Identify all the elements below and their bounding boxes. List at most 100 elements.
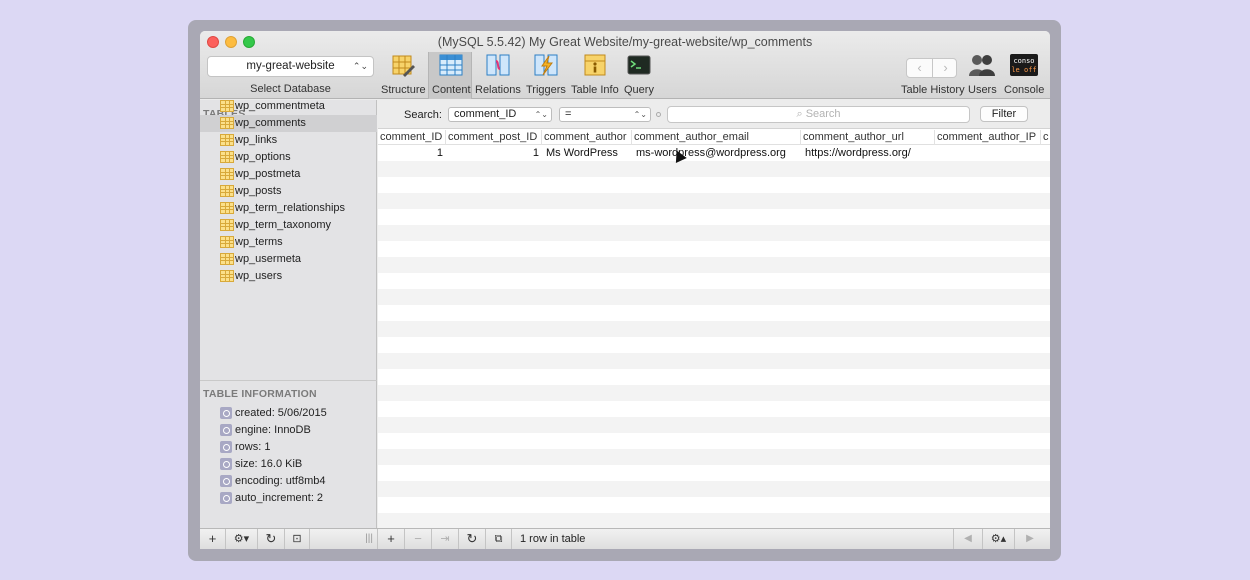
info-icon (220, 407, 232, 419)
table-history-label: Table History (901, 84, 965, 96)
filter-operator-select[interactable]: = ⌃⌄ (559, 107, 651, 122)
users-tool[interactable]: Users (968, 53, 997, 96)
add-row-button[interactable]: + (378, 529, 405, 549)
table-item-wp-comments[interactable]: wp_comments (200, 115, 377, 132)
duplicate-row-icon[interactable]: ⇥ (432, 529, 459, 549)
column-header[interactable]: comment_author_email (632, 130, 801, 145)
grid-stripe (378, 257, 1050, 273)
table-info-label: auto_increment: 2 (235, 492, 324, 504)
grid-stripe (378, 417, 1050, 433)
filter-dot-icon (656, 112, 661, 117)
column-header[interactable]: c (1041, 130, 1050, 145)
sidebar-resize-handle[interactable]: ||| (310, 529, 378, 549)
table-item-label: wp_comments (235, 117, 306, 129)
table-item-wp-term-relationships[interactable]: wp_term_relationships (200, 200, 377, 217)
app-window: (MySQL 5.5.42) My Great Website/my-great… (200, 31, 1050, 549)
table-info-tool[interactable]: Table Info (571, 53, 619, 96)
content-gear-menu-icon[interactable]: ⚙▴ (983, 529, 1015, 549)
table-history-tool[interactable]: Table History (901, 84, 965, 96)
column-header[interactable]: comment_post_ID (446, 130, 542, 145)
filter-tables-icon[interactable]: ⊡ (285, 529, 310, 549)
history-forward-icon[interactable]: › (933, 59, 958, 77)
grid-stripe (378, 353, 1050, 369)
console-tool[interactable]: conso le off Console (1004, 53, 1044, 96)
table-item-label: wp_links (235, 134, 278, 146)
table-info-label: encoding: utf8mb4 (235, 475, 326, 487)
structure-tool[interactable]: Structure (381, 53, 426, 96)
grid-stripe (378, 449, 1050, 465)
next-page-icon[interactable]: ▶ (1015, 529, 1045, 549)
info-icon (220, 475, 232, 487)
content-icon (439, 54, 463, 76)
table-cell[interactable]: 2 (1041, 145, 1050, 161)
table-info-label: rows: 1 (235, 441, 271, 453)
table-icon (220, 236, 234, 248)
table-item-wp-posts[interactable]: wp_posts (200, 183, 377, 200)
refresh-content-icon[interactable]: ↻ (459, 529, 486, 549)
console-badge-line-2: le off (1012, 66, 1037, 74)
refresh-tables-icon[interactable]: ↻ (258, 529, 285, 549)
table-item-wp-terms[interactable]: wp_terms (200, 234, 377, 251)
query-tool[interactable]: Query (624, 53, 654, 96)
search-input[interactable]: ⌕ Search (667, 106, 970, 123)
filter-operator-value: = (565, 108, 572, 120)
previous-page-icon[interactable]: ◀ (953, 529, 983, 549)
info-icon (220, 458, 232, 470)
table-history-nav: ‹ › (906, 58, 957, 78)
table-item-wp-commentmeta[interactable]: wp_commentmeta (200, 98, 377, 115)
table-cell[interactable]: Ms WordPress (542, 145, 632, 161)
pagination-icon[interactable]: ⧉ (486, 529, 512, 549)
console-icon: conso le off (1010, 54, 1039, 76)
column-header[interactable]: comment_ID (378, 130, 446, 145)
filter-field-value: comment_ID (454, 108, 517, 120)
table-item-wp-options[interactable]: wp_options (200, 149, 377, 166)
bottom-bar: + ⚙▾ ↻ ⊡ ||| + − ⇥ ↻ ⧉ 1 row in table ◀ … (200, 528, 1050, 549)
structure-label: Structure (381, 84, 426, 96)
content-tool[interactable]: Content (432, 53, 471, 96)
triggers-icon (534, 54, 558, 76)
history-back-icon[interactable]: ‹ (907, 59, 932, 77)
filter-button[interactable]: Filter (980, 106, 1028, 122)
table-cell[interactable]: 1 (378, 145, 446, 161)
query-label: Query (624, 84, 654, 96)
database-select[interactable]: my-great-website ⌃⌄ (207, 56, 374, 77)
grid-stripe (378, 481, 1050, 497)
table-cell[interactable]: ms-wordpress@wordpress.org (632, 145, 801, 161)
column-header[interactable]: comment_author (542, 130, 632, 145)
gear-menu-icon[interactable]: ⚙▾ (226, 529, 258, 549)
table-icon (220, 100, 234, 112)
toolbar: (MySQL 5.5.42) My Great Website/my-great… (200, 31, 1050, 99)
table-item-wp-usermeta[interactable]: wp_usermeta (200, 251, 377, 268)
table-item-label: wp_usermeta (235, 253, 302, 265)
table-cell[interactable]: https://wordpress.org/ (801, 145, 935, 161)
filter-field-select[interactable]: comment_ID ⌃⌄ (448, 107, 552, 122)
add-table-button[interactable]: + (200, 529, 226, 549)
column-header[interactable]: comment_author_IP (935, 130, 1041, 145)
table-item-wp-term-taxonomy[interactable]: wp_term_taxonomy (200, 217, 377, 234)
grid-stripe (378, 385, 1050, 401)
table-info-label: created: 5/06/2015 (235, 407, 327, 419)
search-label: Search: (404, 109, 442, 121)
table-cell[interactable] (935, 145, 1041, 161)
grid-stripe (378, 289, 1050, 305)
triggers-tool[interactable]: Triggers (526, 53, 566, 96)
table-item-label: wp_posts (235, 185, 282, 197)
table-item-label: wp_commentmeta (235, 100, 325, 112)
table-item-wp-postmeta[interactable]: wp_postmeta (200, 166, 377, 183)
relations-tool[interactable]: Relations (475, 53, 521, 96)
info-icon (220, 492, 232, 504)
table-item-wp-users[interactable]: wp_users (200, 268, 377, 285)
grid-stripe (378, 513, 1050, 528)
table-item-label: wp_options (235, 151, 291, 163)
table-item-label: wp_postmeta (235, 168, 301, 180)
table-cell[interactable]: 1 (446, 145, 542, 161)
column-header[interactable]: comment_author_url (801, 130, 935, 145)
filter-bar: Search: comment_ID ⌃⌄ = ⌃⌄ ⌕ Search Filt… (378, 100, 1050, 129)
table-icon (220, 117, 234, 129)
grid-stripe (378, 225, 1050, 241)
delete-row-button[interactable]: − (405, 529, 432, 549)
table-info-item: rows: 1 (200, 439, 377, 456)
sidebar-divider (200, 380, 377, 381)
table-item-wp-links[interactable]: wp_links (200, 132, 377, 149)
users-icon (969, 55, 996, 76)
